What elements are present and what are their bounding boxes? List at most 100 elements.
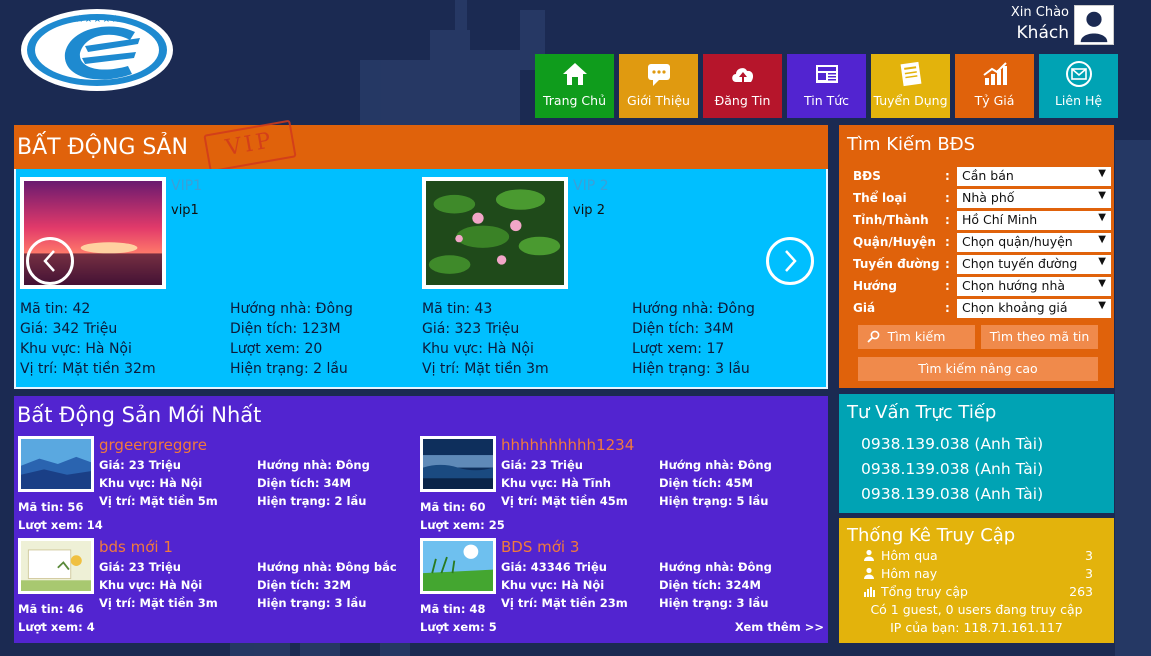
listing-name[interactable]: grgeergreggre [99,436,207,454]
nav-lien-he[interactable]: Liên Hệ [1039,54,1118,118]
nav-ty-gia[interactable]: Tỷ Giá [955,54,1034,118]
user-greeting: Xin Chào Khách [1011,5,1069,43]
vip-name[interactable]: VIP1 [171,178,202,194]
province-select[interactable]: Hồ Chí Minh ▼ [957,211,1111,230]
nav-label: Liên Hệ [1054,93,1103,108]
field-label: Giá [853,301,876,315]
vip-huong: Hướng nhà: Đông [632,301,755,317]
caret-down-icon: ▼ [1098,168,1106,179]
select-value: Cần bán [962,168,1014,183]
caret-down-icon: ▼ [1098,256,1106,267]
list-item[interactable]: bds mới 1 Giá: 23 Triệu Khu vực: Hà Nội … [14,538,414,634]
select-value: Chọn tuyến đường [962,256,1078,271]
listing-thumbnail[interactable] [420,436,496,492]
nav-label: Tuyển Dụng [873,93,948,108]
listing-dien-tich: Diện tích: 45M [659,476,753,490]
vip-carousel: VIP1 vip1 Mã tin: 42 Giá: 342 Triệu Khu … [14,169,828,389]
search-icon [867,330,880,343]
search-by-id-button[interactable]: Tìm theo mã tin [981,325,1098,349]
vip-card[interactable]: VIP 2 vip 2 Mã tin: 43 Giá: 323 Triệu Kh… [418,177,818,377]
listing-huong: Hướng nhà: Đông [659,560,772,574]
field-colon: : [945,257,950,271]
chevron-right-icon [785,250,797,272]
listing-meta: Mã tin: 60 Lượt xem: 25 [420,498,505,534]
carousel-next-button[interactable] [766,237,814,285]
listing-khu-vuc: Khu vực: Hà Nội [501,578,605,592]
field-label: Hướng [853,279,897,293]
listing-thumbnail[interactable] [420,538,496,594]
listing-gia: Giá: 23 Triệu [501,458,583,472]
nav-dang-tin[interactable]: Đăng Tin [703,54,782,118]
consult-phone[interactable]: 0938.139.038 (Anh Tài) [861,435,1043,453]
chart-icon [982,62,1007,85]
vip-stamp: VIP [203,119,297,173]
search-field-tuyen-duong: Tuyến đường: Chọn tuyến đường ▼ [853,255,1111,275]
nav-label: Đăng Tin [714,93,771,108]
vip-huong: Hướng nhà: Đông [230,301,353,317]
nav-trang-chu[interactable]: Trang Chủ [535,54,614,118]
listing-name[interactable]: BDS mới 3 [501,538,579,556]
field-label: Quận/Huyện [853,235,936,249]
caret-down-icon: ▼ [1098,300,1106,311]
consult-phone[interactable]: 0938.139.038 (Anh Tài) [861,460,1043,478]
vip-desc: vip1 [171,203,199,218]
vip-khu-vuc: Khu vực: Hà Nội [20,341,132,357]
consult-phone[interactable]: 0938.139.038 (Anh Tài) [861,485,1043,503]
vip-image[interactable] [422,177,568,289]
vip-dien-tich: Diện tích: 34M [632,321,734,337]
cloud-upload-icon [731,68,753,82]
search-button[interactable]: Tìm kiếm [858,325,975,349]
nav-label: Tỷ Giá [974,93,1015,108]
listing-dien-tich: Diện tích: 34M [257,476,351,490]
stats-value: 263 [1069,584,1093,599]
district-select[interactable]: Chọn quận/huyện ▼ [957,233,1111,252]
advanced-search-button[interactable]: Tìm kiếm nâng cao [858,357,1098,381]
listing-huong: Hướng nhà: Đông [659,458,772,472]
field-colon: : [945,301,950,315]
vip-khu-vuc: Khu vực: Hà Nội [422,341,534,357]
list-item[interactable]: grgeergreggre Giá: 23 Triệu Khu vực: Hà … [14,436,414,532]
stats-value: 3 [1085,566,1093,581]
nav-tin-tuc[interactable]: Tin Tức [787,54,866,118]
site-logo[interactable]: ★★★★★ [20,8,175,92]
listing-luot-xem: Lượt xem: 5 [420,620,497,634]
user-avatar-icon[interactable] [1074,5,1114,45]
listing-col2: Hướng nhà: Đông bắc Diện tích: 32M Hiện … [257,558,397,612]
list-item[interactable]: hhhhhhhhhh1234 Giá: 23 Triệu Khu vực: Hà… [416,436,816,532]
stats-title: Thống Kê Truy Cập [847,525,1016,546]
listing-name[interactable]: hhhhhhhhhh1234 [501,436,634,454]
listing-dien-tich: Diện tích: 324M [659,578,761,592]
nav-gioi-thieu[interactable]: Giới Thiệu [619,54,698,118]
listing-huong: Hướng nhà: Đông bắc [257,560,397,574]
carousel-prev-button[interactable] [26,237,74,285]
listing-thumbnail[interactable] [18,538,94,594]
main-nav: Trang Chủ Giới Thiệu Đăng Tin Tin Tức Tu… [535,54,1118,118]
listing-thumbnail[interactable] [18,436,94,492]
nav-tuyen-dung[interactable]: Tuyển Dụng [871,54,950,118]
nav-label: Tin Tức [803,93,850,108]
user-name[interactable]: Khách [1011,23,1069,43]
bds-select[interactable]: Cần bán ▼ [957,167,1111,186]
listing-name[interactable]: bds mới 1 [99,538,173,556]
bar-chart-icon [864,587,875,597]
stats-row-total: Tổng truy cập 263 [863,584,1093,599]
category-select[interactable]: Nhà phố ▼ [957,189,1111,208]
vip-title: BẤT ĐỘNG SẢN [17,135,188,160]
vip-card[interactable]: VIP1 vip1 Mã tin: 42 Giá: 342 Triệu Khu … [16,177,416,377]
advanced-search-label: Tìm kiếm nâng cao [918,361,1038,376]
field-label: Thể loại [853,191,907,205]
chat-icon [647,64,670,86]
street-select[interactable]: Chọn tuyến đường ▼ [957,255,1111,274]
direction-select[interactable]: Chọn hướng nhà ▼ [957,277,1111,296]
vip-name[interactable]: VIP 2 [573,178,609,194]
stats-online: Có 1 guest, 0 users đang truy cập [870,602,1083,617]
caret-down-icon: ▼ [1098,190,1106,201]
see-more-link[interactable]: Xem thêm >> [735,620,824,634]
nav-label: Giới Thiệu [627,93,690,108]
listing-huong: Hướng nhà: Đông [257,458,370,472]
search-button-label: Tìm kiếm [887,329,946,344]
new-listings-panel: Bất Động Sản Mới Nhất grgeergreggre Giá:… [14,396,828,643]
vip-vi-tri: Vị trí: Mặt tiền 3m [422,361,549,377]
search-field-tinh-thanh: Tỉnh/Thành: Hồ Chí Minh ▼ [853,211,1111,231]
price-select[interactable]: Chọn khoảng giá ▼ [957,299,1111,318]
